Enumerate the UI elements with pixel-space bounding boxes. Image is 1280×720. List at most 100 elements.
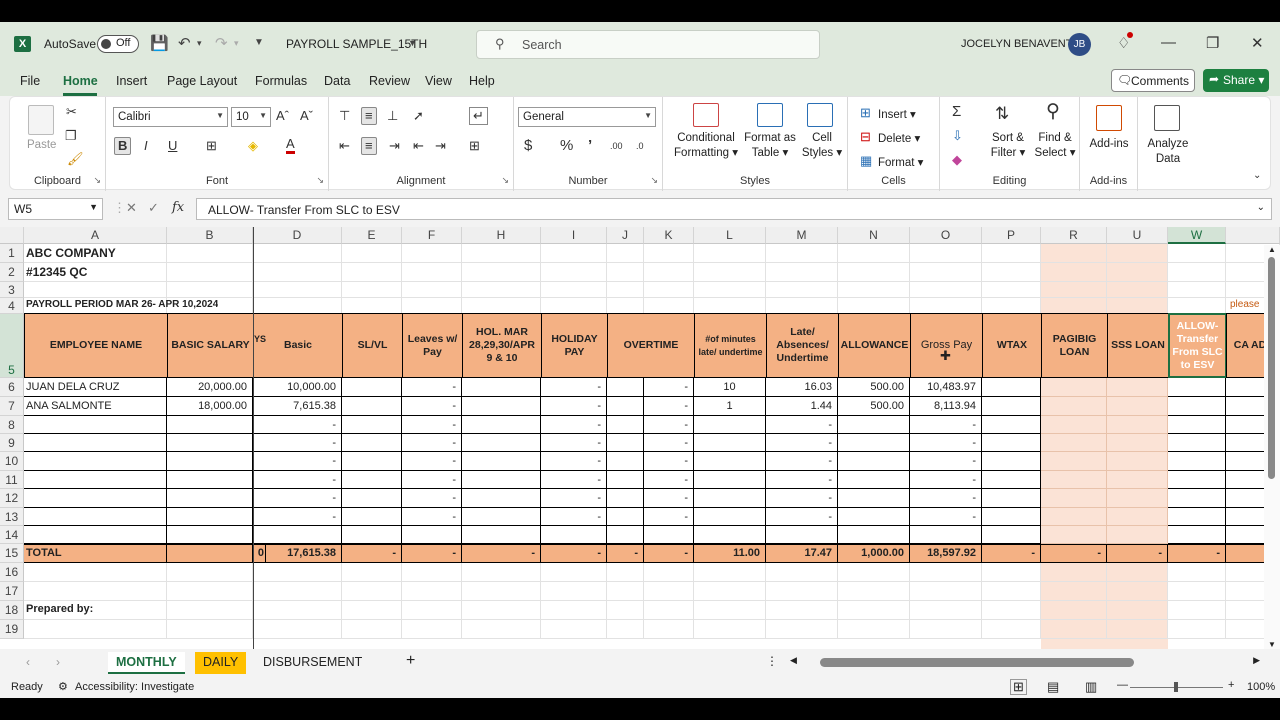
data-cell[interactable]: -	[541, 471, 607, 489]
worksheet-grid[interactable]: A B D E F H I J K L M N O P R U W 1 2 3 4 5 6 7 8 9 10 11 12 13 14 15 16…	[0, 227, 1280, 649]
vertical-scrollbar[interactable]: ▲ ▼	[1264, 245, 1280, 649]
data-cell[interactable]: 8,113.94	[910, 397, 982, 416]
autosum-icon[interactable]: Σ	[952, 104, 961, 119]
column-header-d[interactable]: D	[253, 227, 342, 244]
scroll-down-icon[interactable]: ▼	[1268, 640, 1276, 649]
data-cell[interactable]	[1107, 489, 1168, 508]
data-cell[interactable]	[402, 526, 462, 544]
data-cell[interactable]	[766, 526, 838, 544]
cut-icon[interactable]: ✂	[66, 105, 77, 119]
undo-dropdown-icon[interactable]: ▾	[197, 38, 202, 49]
tab-formulas[interactable]: Formulas	[255, 74, 307, 88]
cell[interactable]	[766, 601, 838, 620]
data-cell[interactable]	[462, 471, 541, 489]
underline-icon[interactable]: U	[168, 139, 177, 153]
data-cell[interactable]	[1107, 508, 1168, 526]
cell[interactable]	[402, 563, 462, 582]
data-cell[interactable]	[838, 452, 910, 471]
cell[interactable]	[1041, 244, 1107, 263]
data-cell[interactable]	[694, 416, 766, 434]
cell[interactable]	[644, 582, 694, 601]
cell[interactable]	[766, 298, 838, 314]
cell[interactable]	[1107, 244, 1168, 263]
cell[interactable]	[607, 282, 644, 298]
copy-icon[interactable]: ❐	[65, 129, 77, 143]
row-header-3[interactable]: 3	[0, 282, 24, 298]
undo-icon[interactable]: ↶	[178, 34, 191, 52]
save-icon[interactable]: 💾	[150, 34, 169, 52]
fill-icon[interactable]: ⇩	[952, 129, 963, 143]
wrap-text-icon[interactable]: ↵	[469, 107, 488, 125]
cell[interactable]	[342, 620, 402, 639]
accessibility-status[interactable]: Accessibility: Investigate	[75, 681, 194, 693]
column-header-w[interactable]: W	[1168, 227, 1226, 244]
row-header-13[interactable]: 13	[0, 508, 24, 526]
increase-font-icon[interactable]: Aˆ	[276, 109, 289, 123]
header-cell-13[interactable]: PAGIBIG LOAN	[1041, 313, 1108, 378]
cancel-entry-icon[interactable]: ✕	[126, 200, 137, 216]
data-cell[interactable]	[1168, 471, 1226, 489]
data-cell[interactable]	[24, 471, 167, 489]
data-cell[interactable]	[607, 508, 644, 526]
redo-dropdown-icon[interactable]: ▾	[234, 38, 239, 49]
document-title[interactable]: PAYROLL SAMPLE_15TH	[286, 37, 427, 51]
header-cell-8[interactable]: #of minutes late/ undertime	[694, 313, 767, 378]
confirm-entry-icon[interactable]: ✓	[148, 200, 159, 216]
data-cell[interactable]: -	[766, 416, 838, 434]
data-cell[interactable]: 1	[694, 397, 766, 416]
cell[interactable]	[910, 563, 982, 582]
find-select-button[interactable]: Find & Select ▾	[1032, 131, 1078, 161]
cell[interactable]	[167, 263, 253, 282]
row-header-12[interactable]: 12	[0, 489, 24, 508]
data-cell[interactable]	[838, 489, 910, 508]
cell-styles-icon[interactable]	[807, 103, 833, 127]
data-cell[interactable]	[1107, 471, 1168, 489]
cell[interactable]	[644, 263, 694, 282]
cell[interactable]	[910, 601, 982, 620]
cell[interactable]	[402, 601, 462, 620]
cell[interactable]	[982, 582, 1041, 601]
column-header-u[interactable]: U	[1107, 227, 1168, 244]
header-cell-4[interactable]: Leaves w/ Pay	[402, 313, 463, 378]
total-cell[interactable]: 18,597.92	[910, 544, 982, 563]
borders-icon[interactable]: ⊞	[206, 139, 217, 153]
total-cell[interactable]	[167, 544, 253, 563]
cell[interactable]	[1168, 601, 1226, 620]
data-cell[interactable]: -	[253, 489, 342, 508]
percent-icon[interactable]: %	[560, 138, 573, 153]
conditional-formatting-icon[interactable]	[693, 103, 719, 127]
sheet-tab-disbursement[interactable]: DISBURSEMENT	[255, 652, 370, 674]
cell[interactable]	[402, 244, 462, 263]
tab-view[interactable]: View	[425, 74, 452, 88]
font-color-icon[interactable]: A	[286, 137, 295, 154]
data-cell[interactable]	[694, 471, 766, 489]
search-box[interactable]: ⚲ Search	[476, 30, 820, 59]
cell[interactable]	[838, 620, 910, 639]
delete-cells-icon[interactable]: ⊟	[860, 130, 871, 144]
data-cell[interactable]: -	[253, 452, 342, 471]
zoom-level[interactable]: 100%	[1247, 681, 1275, 693]
tab-home[interactable]: Home	[63, 74, 98, 88]
data-cell[interactable]	[838, 434, 910, 452]
column-header-p[interactable]: P	[982, 227, 1041, 244]
total-cell[interactable]: -	[1168, 544, 1226, 563]
total-cell[interactable]: 1,000.00	[838, 544, 910, 563]
delete-cells-button[interactable]: Delete ▾	[878, 131, 920, 145]
tab-data[interactable]: Data	[324, 74, 350, 88]
total-cell[interactable]: -	[982, 544, 1041, 563]
data-cell[interactable]: -	[644, 397, 694, 416]
cell[interactable]	[1107, 282, 1168, 298]
number-launcher-icon[interactable]: ↘	[650, 175, 658, 186]
cell[interactable]	[766, 620, 838, 639]
cell[interactable]	[982, 263, 1041, 282]
data-cell[interactable]	[838, 416, 910, 434]
data-cell[interactable]	[1041, 378, 1107, 397]
cell[interactable]	[342, 563, 402, 582]
row-header-14[interactable]: 14	[0, 526, 24, 544]
cell[interactable]	[541, 298, 607, 314]
total-cell[interactable]: -	[607, 544, 644, 563]
data-cell[interactable]: -	[910, 508, 982, 526]
scroll-right-icon[interactable]: ▶	[1253, 655, 1260, 666]
vertical-scroll-thumb[interactable]	[1268, 257, 1275, 479]
cell[interactable]	[1168, 620, 1226, 639]
